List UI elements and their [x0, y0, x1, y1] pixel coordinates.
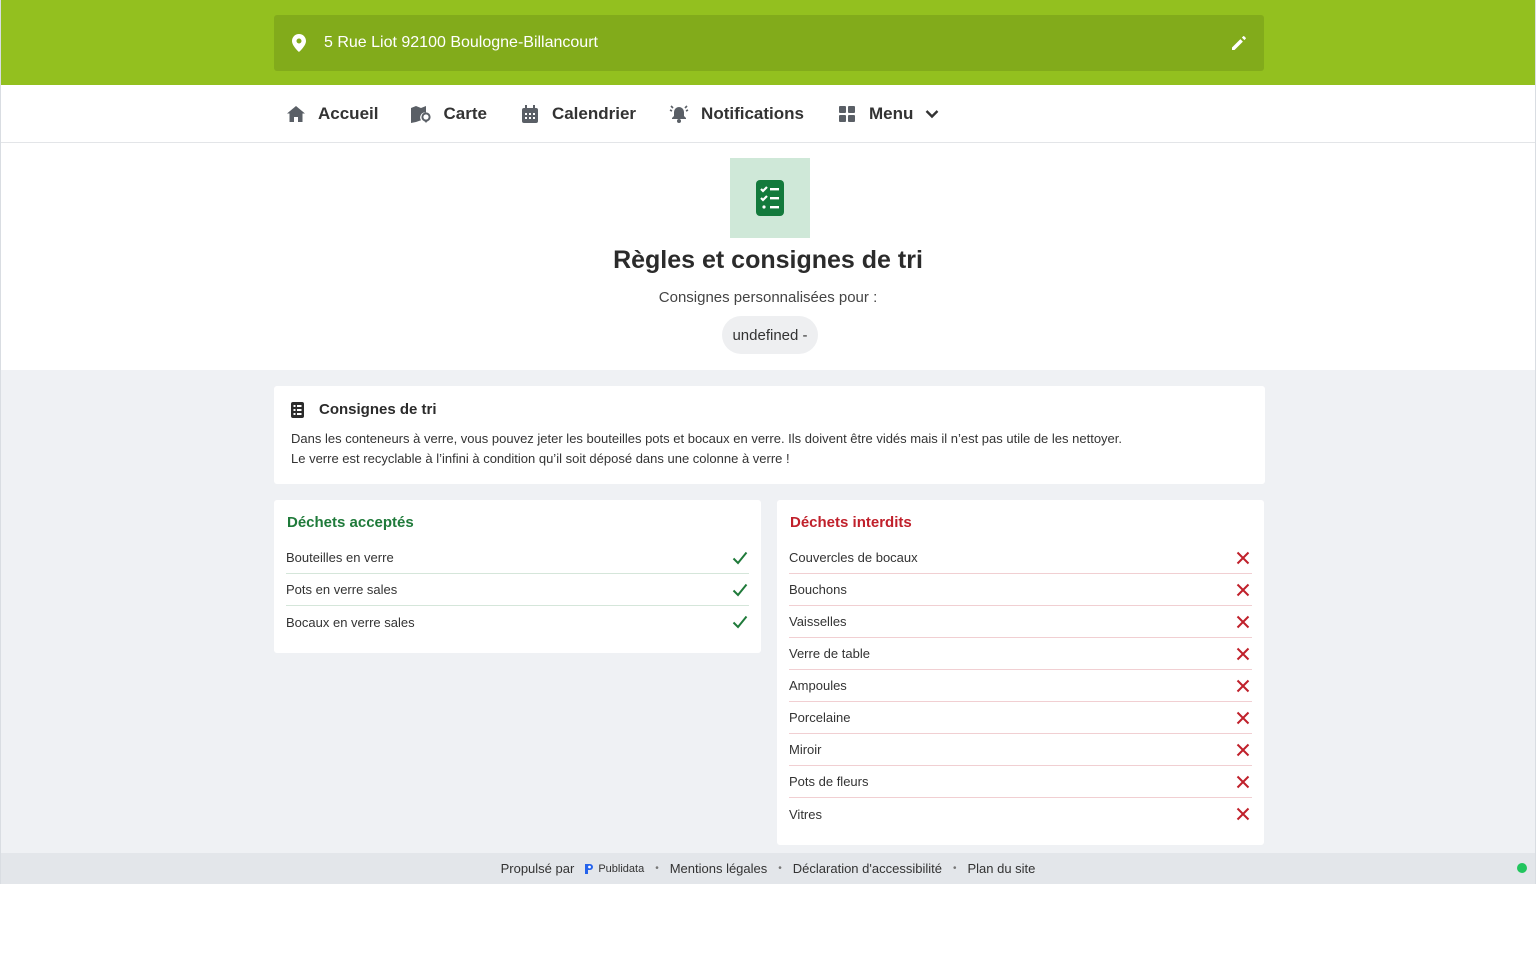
calendar-icon — [520, 104, 540, 124]
list-item: Pots de fleurs — [789, 766, 1252, 798]
cross-icon — [1234, 741, 1252, 759]
nav-item-menu[interactable]: Menu — [837, 104, 939, 124]
list-item-label: Bocaux en verre sales — [286, 614, 415, 630]
list-item-label: Miroir — [789, 742, 822, 757]
list-item-label: Bouchons — [789, 582, 847, 597]
nav-item-accueil[interactable]: Accueil — [286, 104, 378, 124]
page: 5 Rue Liot 92100 Boulogne-Billancourt Ac… — [0, 0, 1536, 884]
hero: Règles et consignes de tri Consignes per… — [1, 143, 1535, 370]
map-pin-icon — [291, 33, 307, 53]
nav-label: Carte — [443, 103, 487, 123]
list-item: Bouteilles en verre — [286, 542, 749, 574]
list-item: Vaisselles — [789, 606, 1252, 638]
pencil-icon[interactable] — [1230, 34, 1248, 52]
nav-item-carte[interactable]: Carte — [411, 103, 487, 124]
nav-label: Accueil — [318, 103, 379, 123]
separator: • — [952, 863, 957, 874]
mentions-legales-link[interactable]: Mentions légales — [670, 861, 768, 876]
list-item-label: Pots en verre sales — [286, 582, 398, 597]
checkmark-icon — [731, 613, 749, 631]
context-pill: undefined - — [722, 316, 818, 354]
list-item-label: Ampoules — [789, 678, 847, 693]
nav-item-notifications[interactable]: Notifications — [669, 104, 804, 124]
address-text: 5 Rue Liot 92100 Boulogne-Billancourt — [324, 34, 598, 51]
list-item: Bouchons — [789, 574, 1252, 606]
footer: Propulsé par Publidata • Mentions légale… — [1, 853, 1535, 884]
forbidden-waste-card: Déchets interdits Couvercles de bocaux Bo… — [777, 500, 1264, 845]
list-item: Vitres — [789, 798, 1252, 830]
nav-item-calendrier[interactable]: Calendrier — [520, 104, 636, 124]
list-item: Ampoules — [789, 670, 1252, 702]
consignes-title: Consignes de tri — [319, 401, 437, 418]
cross-icon — [1234, 677, 1252, 695]
list-item: Porcelaine — [789, 702, 1252, 734]
separator: • — [778, 863, 782, 874]
separator: • — [655, 863, 659, 874]
nav-label: Menu — [869, 103, 914, 123]
chevron-down-icon — [925, 107, 939, 121]
list-item-label: Couvercles de bocaux — [789, 550, 918, 565]
list-item-label: Vaisselles — [789, 614, 847, 629]
home-icon — [286, 104, 306, 124]
header: 5 Rue Liot 92100 Boulogne-Billancourt — [1, 0, 1535, 85]
brand-label: Publidata — [598, 862, 645, 875]
list-item-label: Bouteilles en verre — [286, 550, 394, 565]
cross-icon — [1234, 805, 1252, 823]
cross-icon — [1234, 581, 1252, 599]
grid-icon — [837, 104, 857, 124]
accepted-waste-card: Déchets acceptés Bouteilles en verre Pots… — [274, 500, 761, 653]
list-item-label: Pots de fleurs — [789, 774, 869, 789]
cross-icon — [1234, 709, 1252, 727]
checkmark-icon — [731, 549, 749, 567]
page-title: Règles et consignes de tri — [613, 246, 923, 274]
list-item-label: Verre de table — [789, 646, 870, 661]
checklist-icon — [291, 401, 305, 418]
forbidden-title: Déchets interdits — [790, 514, 912, 531]
nav-label: Calendrier — [551, 103, 637, 123]
consignes-line: Le verre est recyclable à l’infini à con… — [291, 451, 790, 466]
accepted-title: Déchets acceptés — [287, 514, 414, 531]
cross-icon — [1234, 549, 1252, 567]
publidata-link[interactable]: Publidata — [584, 863, 644, 875]
consignes-card: Consignes de tri Dans les conteneurs à v… — [274, 386, 1265, 484]
checkmark-icon — [731, 581, 749, 599]
list-item: Bocaux en verre sales — [286, 606, 749, 638]
page-subtitle: Consignes personnalisées pour : — [658, 289, 878, 306]
cross-icon — [1234, 613, 1252, 631]
address-bar[interactable]: 5 Rue Liot 92100 Boulogne-Billancourt — [274, 15, 1264, 71]
list-item: Verre de table — [789, 638, 1252, 670]
consignes-line: Dans les conteneurs à verre, vous pouvez… — [291, 431, 1122, 446]
sitemap-link[interactable]: Plan du site — [967, 861, 1035, 876]
list-item: Pots en verre sales — [286, 574, 749, 606]
list-item: Couvercles de bocaux — [789, 542, 1252, 574]
accessibility-link[interactable]: Déclaration d'accessibilité — [793, 861, 942, 876]
list-item-label: Porcelaine — [789, 710, 851, 725]
powered-by-text: Propulsé par — [500, 861, 575, 876]
status-indicator — [1517, 863, 1527, 873]
list-item-label: Vitres — [789, 806, 822, 822]
cross-icon — [1234, 645, 1252, 663]
cross-icon — [1234, 773, 1252, 791]
checklist-icon — [730, 158, 810, 238]
nav-label: Notifications — [701, 103, 804, 123]
publidata-logo-icon — [585, 863, 594, 874]
main-content: Consignes de tri Dans les conteneurs à v… — [1, 370, 1535, 853]
bell-icon — [669, 104, 689, 124]
list-item: Miroir — [789, 734, 1252, 766]
map-icon — [411, 104, 432, 124]
main-nav: Accueil Carte Calendrier Notifications M… — [1, 85, 1535, 143]
